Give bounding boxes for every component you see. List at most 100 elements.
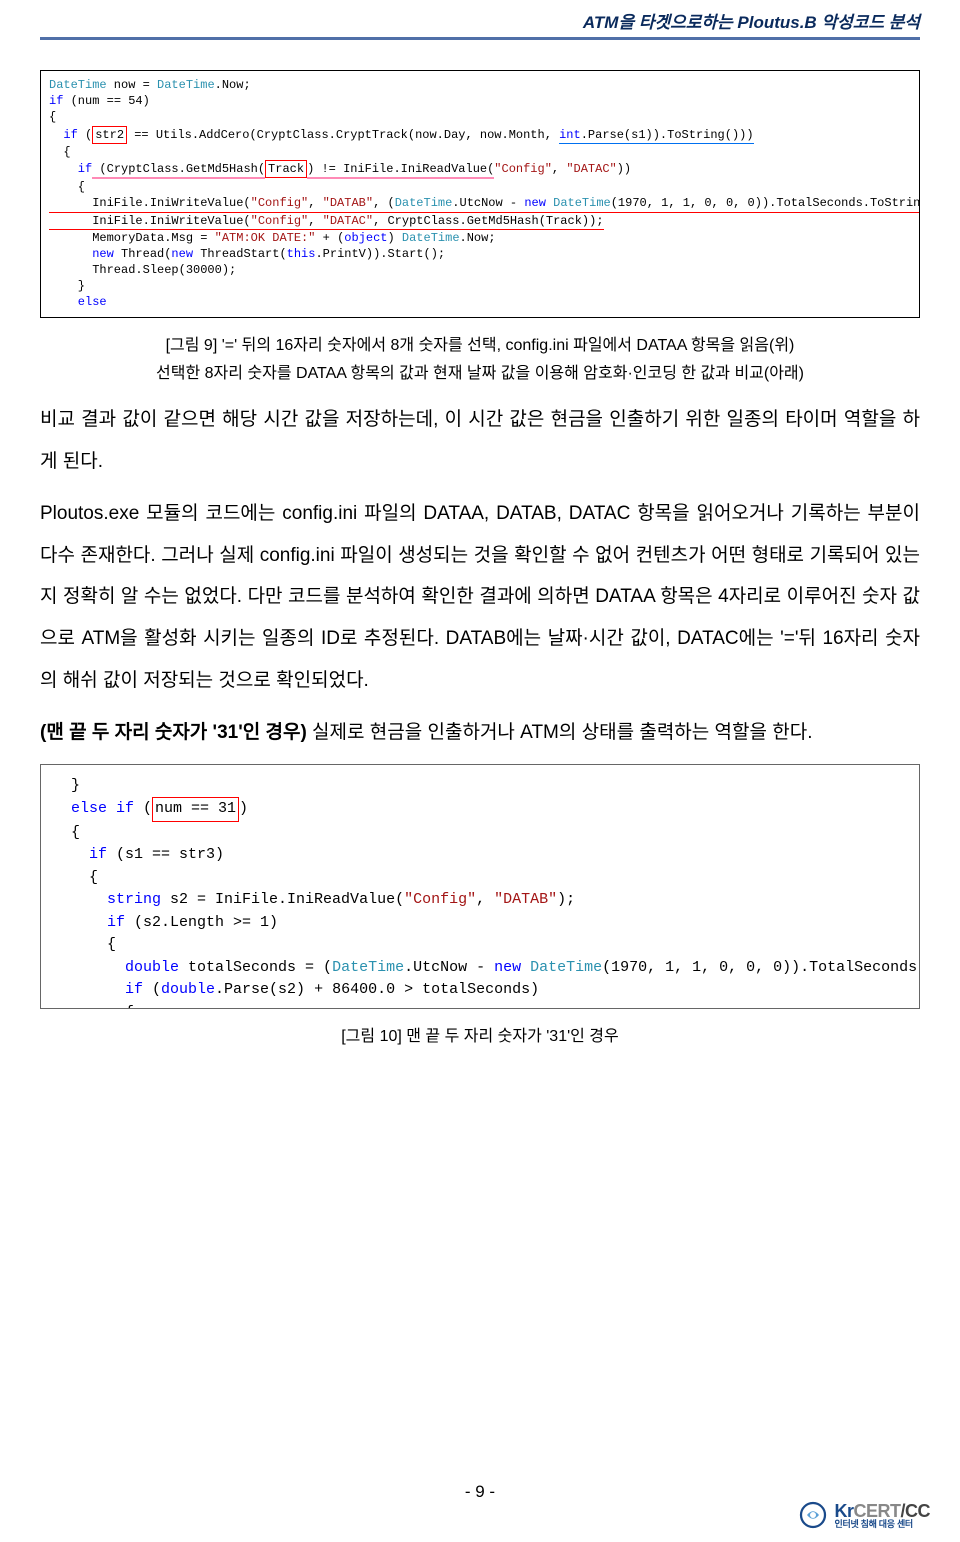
code-text: , [308,196,322,210]
logo-cert: CERT [854,1501,901,1521]
caption-line1: [그림 9] '=' 뒤의 16자리 숫자에서 8개 숫자를 선택, confi… [166,337,795,354]
code-text: { [53,1004,134,1009]
code-text: this [287,247,316,261]
code-text: Thread( [114,247,172,261]
page-header: ATM을 타겟으로하는 Ploutus.B 악성코드 분석 [0,0,960,37]
code-text: DateTime [332,959,404,976]
code-text: if [53,846,107,863]
caption-line2: 선택한 8자리 숫자를 DATAA 항목의 값과 현재 날짜 값을 이용해 암호… [156,365,804,382]
code-text: new [524,196,546,210]
code-text: ); [557,891,575,908]
code-text: new [171,247,193,261]
footer-logo: KrCERT/CC 인터넷 침해 대응 센터 [798,1500,930,1530]
code-text: totalSeconds = ( [179,959,332,976]
code-text: { [53,869,98,886]
code-text: )) [617,162,631,176]
code-text: ) [388,231,402,245]
code-text: (1970, 1, 1, 0, 0, 0)).TotalSeconds.ToSt… [611,196,920,210]
code-text: (s2.Length >= 1) [125,914,278,931]
code-text: DateTime [402,231,460,245]
code-text: double [53,959,179,976]
code-text: .Now; [460,231,496,245]
code-text: "DATAB" [323,196,373,210]
code-text: , [552,162,566,176]
code-text: DateTime [49,78,107,92]
code-text: .Parse(s1)).ToString())) [581,128,754,142]
code-text: s2 = IniFile.IniReadValue( [161,891,404,908]
code-block-1: DateTime now = DateTime.Now; if (num == … [40,70,920,318]
code-text: "DATAC" [323,214,373,228]
body-paragraph-1: 비교 결과 값이 같으면 해당 시간 값을 저장하는데, 이 시간 값은 현금을… [40,399,920,483]
code-text: } [53,777,80,794]
code-text: "ATM:OK DATE:" [215,231,316,245]
logo-sub: 인터넷 침해 대응 센터 [834,1520,930,1529]
code-text: ThreadStart( [193,247,287,261]
code-text: (num == 54) [63,94,149,108]
code-block-2: } else if (num == 31) { if (s1 == str3) … [40,764,920,1009]
code-text: double [161,981,215,998]
code-text: + ( [315,231,344,245]
code-text: .PrintV)).Start(); [315,247,445,261]
code-text: else [49,295,107,309]
code-text: ) [239,800,248,817]
highlight-box: Track [265,160,307,178]
code-text: DateTime [546,196,611,210]
code-text: } [49,279,85,293]
code-text: IniFile.IniWriteValue( [49,214,251,228]
code-text: else if [53,800,134,817]
code-text: ( [78,128,92,142]
code-text: MemoryData.Msg = [49,231,215,245]
code-text: now = [107,78,157,92]
code-text: if [49,94,63,108]
code-text: if [53,914,125,931]
code-text: int [559,128,581,142]
code-text: .Parse(s2) + 86400.0 > totalSeconds) [215,981,539,998]
code-text: "Config" [404,891,476,908]
code-text: DateTime [395,196,453,210]
code-text: { [49,110,56,124]
header-title: ATM을 타겟으로하는 Ploutus.B 악성코드 분석 [583,13,920,32]
figure-caption-9: [그림 9] '=' 뒤의 16자리 숫자에서 8개 숫자를 선택, confi… [40,332,920,390]
code-text: { [49,145,71,159]
code-text: "Config" [494,162,552,176]
code-text: .UtcNow - [452,196,524,210]
code-text: IniFile.IniWriteValue( [49,196,251,210]
logo-text: KrCERT/CC 인터넷 침해 대응 센터 [834,1502,930,1529]
code-text: ( [143,981,161,998]
code-text: (s1 == str3) [107,846,224,863]
header-divider [40,37,920,40]
logo-main: KrCERT/CC [834,1502,930,1520]
code-text: == Utils.AddCero(CryptClass.CryptTrack(n… [127,128,559,142]
code-text: .Now; [215,78,251,92]
code-text: , CryptClass.GetMd5Hash(Track)); [373,214,603,228]
code-text: (CryptClass.GetMd5Hash( [92,162,265,176]
code-text: if [49,162,92,176]
page-number: - 9 - [0,1482,960,1502]
code-text: , ( [373,196,395,210]
highlight-box: num == 31 [152,797,239,822]
body-text-span: 실제로 현금을 인출하거나 ATM의 상태를 출력하는 역할을 한다. [307,722,813,743]
code-text: ) != IniFile.IniReadValue( [307,161,494,179]
code-text: if [53,981,143,998]
code-text: ( [134,800,152,817]
highlight-box: str2 [92,126,127,144]
code-text: object [344,231,387,245]
code-text: (1970, 1, 1, 0, 0, 0)).TotalSeconds; [602,959,920,976]
body-paragraph-3: (맨 끝 두 자리 숫자가 '31'인 경우) 실제로 현금을 인출하거나 AT… [40,712,920,754]
code-text: DateTime [157,78,215,92]
logo-cc: /CC [901,1501,931,1521]
logo-icon [798,1500,828,1530]
bold-text: (맨 끝 두 자리 숫자가 '31'인 경우) [40,722,307,743]
code-text: , [476,891,494,908]
code-text: { [53,936,116,953]
logo-kr: Kr [834,1501,853,1521]
code-text: DateTime [521,959,602,976]
body-paragraph-2: Ploutos.exe 모듈의 코드에는 config.ini 파일의 DATA… [40,493,920,702]
code-text: new [49,247,114,261]
code-text: "DATAB" [494,891,557,908]
code-text: new [494,959,521,976]
code-text: , [308,214,322,228]
figure-caption-10: [그림 10] 맨 끝 두 자리 숫자가 '31'인 경우 [40,1023,920,1052]
code-text: "Config" [251,214,309,228]
code-text: { [53,824,80,841]
